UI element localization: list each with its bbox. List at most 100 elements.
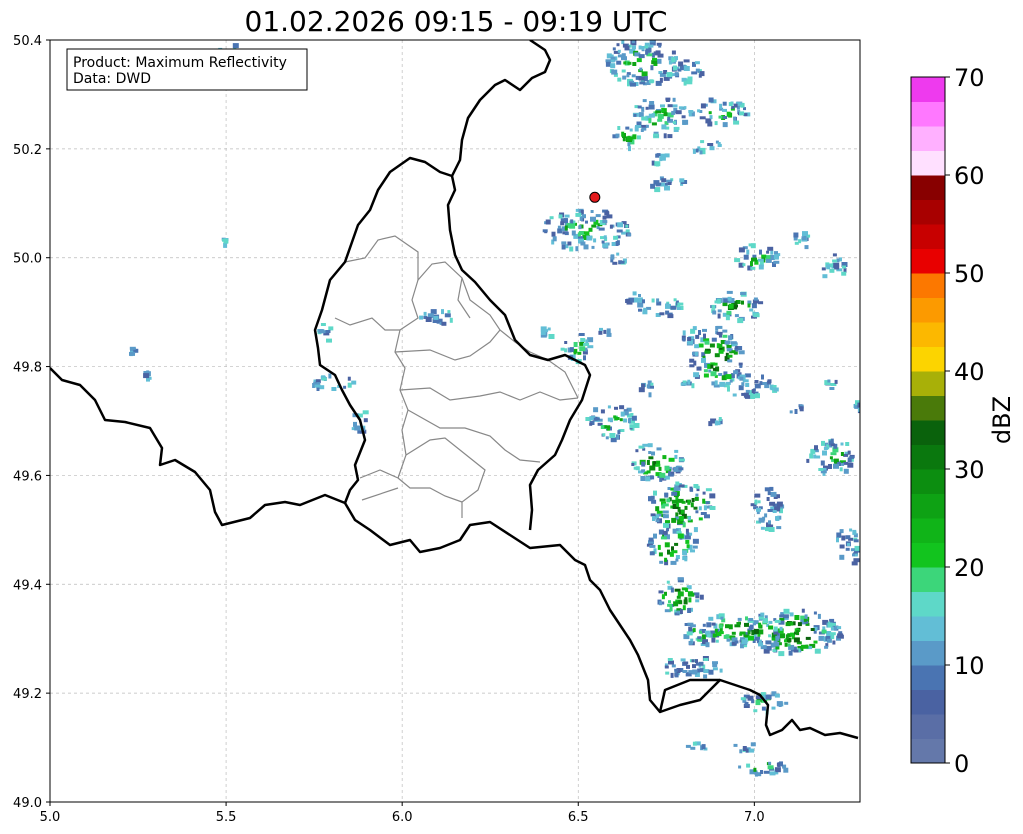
- colorbar-tick-label: 70: [954, 64, 985, 92]
- echo-cell: [657, 118, 663, 122]
- echo-cell: [641, 383, 646, 388]
- colorbar-segment: [911, 322, 945, 347]
- echo-cell: [737, 318, 744, 324]
- echo-cell: [668, 471, 672, 477]
- echo-cell: [709, 493, 716, 499]
- echo-cell: [670, 672, 674, 678]
- echo-cell: [664, 492, 669, 498]
- colorbar-tick-label: 50: [954, 260, 985, 288]
- echo-cell: [744, 622, 749, 627]
- echo-cell: [852, 553, 855, 557]
- echo-cell: [747, 303, 751, 308]
- echo-cell: [739, 111, 745, 116]
- echo-cell: [776, 701, 783, 707]
- colorbar-segment: [911, 738, 945, 764]
- echo-cell: [748, 635, 754, 641]
- echo-cell: [343, 385, 347, 389]
- echo-cell: [829, 268, 835, 273]
- colorbar-tick-label: 0: [954, 750, 969, 778]
- echo-cell: [751, 257, 757, 262]
- echo-cell: [658, 44, 662, 48]
- echo-cell: [648, 118, 652, 124]
- echo-cell: [638, 294, 641, 297]
- echo-cell: [622, 75, 627, 80]
- echo-cell: [433, 315, 439, 320]
- echo-cell: [822, 450, 827, 456]
- echo-cell: [635, 466, 640, 471]
- echo-cell: [715, 639, 719, 643]
- echo-cell: [549, 216, 554, 220]
- echo-cell: [728, 303, 734, 309]
- echo-cell: [705, 642, 710, 648]
- echo-cell: [658, 552, 663, 557]
- colorbar-segment: [911, 616, 945, 641]
- echo-cell: [785, 634, 789, 640]
- echo-cell: [793, 237, 798, 241]
- echo-cell: [674, 668, 679, 672]
- echo-cell: [675, 555, 680, 559]
- echo-cell: [817, 613, 821, 619]
- echo-cell: [683, 66, 690, 71]
- echo-cell: [694, 496, 699, 501]
- echo-cell: [745, 389, 750, 393]
- echo-cell: [784, 639, 787, 643]
- echo-cell: [800, 644, 806, 649]
- echo-cell: [660, 155, 666, 161]
- echo-cell: [675, 110, 682, 115]
- colorbar-segment: [911, 640, 945, 666]
- echo-cell: [640, 476, 646, 481]
- echo-cell: [683, 661, 689, 665]
- echo-cell: [610, 254, 615, 260]
- echo-cell: [674, 672, 679, 678]
- echo-cell: [699, 150, 703, 155]
- echo-cell: [699, 668, 704, 673]
- echo-cell: [724, 340, 731, 344]
- echo-cell: [771, 706, 776, 710]
- echo-cell: [754, 380, 759, 383]
- echo-cell: [695, 334, 700, 339]
- echo-cell: [753, 313, 760, 318]
- echo-cell: [714, 300, 721, 304]
- echo-cell: [805, 636, 811, 640]
- echo-cell: [770, 387, 774, 391]
- echo-cell: [605, 436, 609, 440]
- echo-cell: [671, 491, 678, 496]
- echo-cell: [667, 182, 672, 185]
- echo-cell: [650, 475, 655, 480]
- colorbar-tick-label: 20: [954, 554, 985, 582]
- echo-cell: [693, 360, 697, 366]
- echo-cell: [649, 79, 655, 83]
- echo-cell: [648, 451, 652, 454]
- echo-cell: [703, 373, 709, 378]
- echo-cell: [695, 510, 699, 514]
- echo-cell: [803, 618, 807, 622]
- echo-cell: [449, 317, 453, 323]
- echo-cell: [641, 469, 646, 473]
- echo-cell: [675, 481, 680, 486]
- echo-cell: [818, 635, 825, 641]
- echo-cell: [584, 231, 590, 236]
- echo-cell: [602, 215, 607, 220]
- echo-cell: [687, 516, 691, 521]
- echo-cell: [660, 104, 665, 108]
- echo-cell: [750, 266, 756, 270]
- echo-cell: [741, 639, 748, 645]
- echo-cell: [702, 328, 707, 332]
- echo-cell: [764, 487, 770, 492]
- echo-cell: [787, 643, 791, 647]
- echo-cell: [829, 387, 835, 390]
- echo-cell: [667, 603, 673, 607]
- echo-cell: [621, 131, 625, 137]
- echo-cell: [641, 71, 648, 77]
- echo-cell: [708, 616, 714, 621]
- echo-cell: [682, 337, 686, 342]
- echo-cell: [829, 632, 836, 636]
- echo-cell: [698, 506, 702, 511]
- echo-cell: [757, 500, 761, 504]
- echo-cell: [331, 387, 337, 391]
- echo-cell: [661, 504, 666, 509]
- echo-cell: [743, 254, 749, 260]
- colorbar-segment: [911, 248, 945, 274]
- echo-cell: [653, 490, 657, 496]
- echo-cell: [762, 382, 768, 385]
